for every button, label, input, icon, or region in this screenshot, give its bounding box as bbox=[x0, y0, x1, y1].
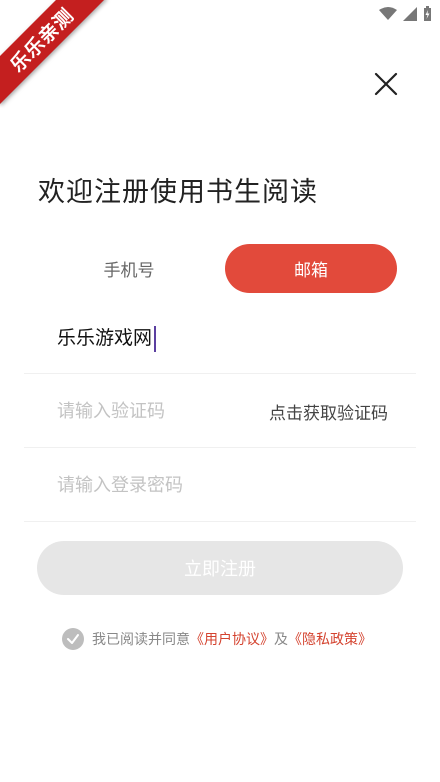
agreement-and: 及 bbox=[274, 632, 288, 648]
privacy-policy-link[interactable]: 《隐私政策》 bbox=[288, 629, 372, 649]
text-cursor bbox=[154, 325, 157, 352]
email-input[interactable]: 乐乐游戏网 bbox=[57, 323, 157, 352]
battery-icon bbox=[424, 6, 431, 21]
user-agreement-link[interactable]: 《用户协议》 bbox=[190, 629, 274, 649]
password-field[interactable]: 请输入登录密码 bbox=[24, 447, 416, 522]
page-title: 欢迎注册使用书生阅读 bbox=[38, 177, 318, 208]
email-field[interactable]: 乐乐游戏网 bbox=[24, 299, 416, 374]
close-icon bbox=[374, 72, 398, 96]
register-method-tabs: 手机号 邮箱 bbox=[33, 244, 399, 293]
verification-code-field[interactable]: 请输入验证码 点击获取验证码 bbox=[24, 373, 416, 448]
agreement-prefix: 我已阅读并同意 bbox=[92, 632, 190, 648]
check-circle-icon[interactable] bbox=[62, 628, 84, 650]
wifi-icon bbox=[379, 6, 397, 20]
verification-code-input[interactable]: 请输入验证码 bbox=[57, 397, 165, 423]
close-button[interactable] bbox=[372, 70, 400, 98]
register-button[interactable]: 立即注册 bbox=[37, 541, 403, 595]
get-code-button[interactable]: 点击获取验证码 bbox=[269, 399, 388, 424]
tab-email[interactable]: 邮箱 bbox=[225, 244, 397, 293]
status-icons bbox=[379, 6, 432, 21]
checkmark-icon bbox=[67, 634, 79, 644]
password-input[interactable]: 请输入登录密码 bbox=[57, 471, 183, 497]
tab-phone[interactable]: 手机号 bbox=[43, 244, 215, 293]
signal-icon bbox=[403, 6, 417, 21]
agreement-row: 我已阅读并同意 《用户协议》 及 《隐私政策》 bbox=[62, 628, 372, 650]
email-input-value: 乐乐游戏网 bbox=[57, 327, 153, 349]
